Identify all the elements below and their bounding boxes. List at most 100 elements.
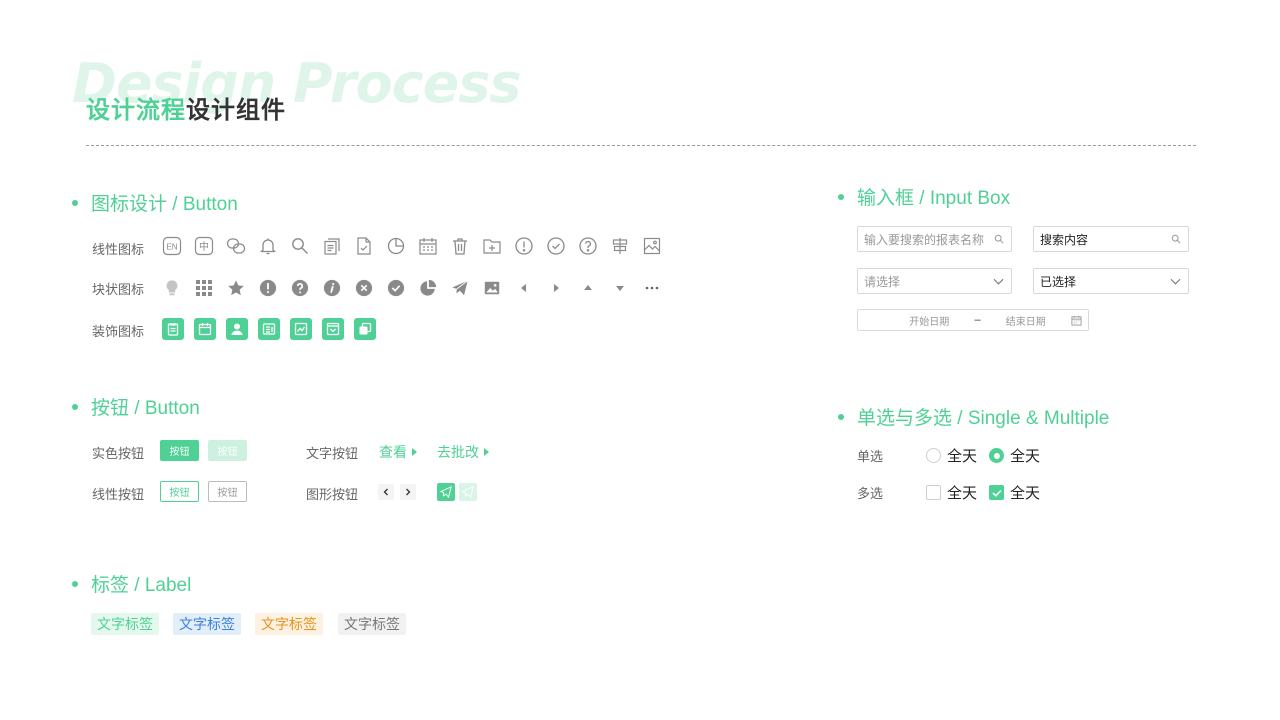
question-filled-icon[interactable] bbox=[284, 277, 316, 299]
check-filled-icon[interactable] bbox=[380, 277, 412, 299]
image-icon[interactable] bbox=[636, 235, 668, 257]
file-check-icon[interactable] bbox=[348, 235, 380, 257]
section-header-choices: 单选与多选 / Single & Multiple bbox=[838, 403, 1109, 430]
checkbox-label: 全天 bbox=[947, 485, 978, 502]
section-dot bbox=[838, 413, 844, 420]
section-dot bbox=[72, 199, 78, 206]
chevron-left-icon bbox=[383, 488, 388, 496]
page-title-main: 设计组件 bbox=[186, 97, 286, 124]
caret-left-icon[interactable] bbox=[508, 277, 540, 299]
select-placeholder: 请选择 bbox=[864, 274, 901, 289]
view-text-button-label: 查看 bbox=[379, 444, 407, 460]
trash-icon[interactable] bbox=[444, 235, 476, 257]
search-placeholder: 输入要搜索的报表名称 bbox=[864, 232, 985, 247]
bell-icon[interactable] bbox=[252, 235, 284, 257]
row-label-icon-buttons: 图形按钮 bbox=[306, 487, 359, 502]
send-icon bbox=[462, 486, 474, 498]
send-button-disabled[interactable] bbox=[459, 483, 477, 501]
close-filled-icon[interactable] bbox=[348, 277, 380, 299]
copy-icon bbox=[354, 318, 376, 340]
caret-right-icon bbox=[484, 448, 489, 456]
link-icon[interactable] bbox=[220, 235, 252, 257]
tag-gray: 文字标签 bbox=[338, 613, 406, 635]
row-label-single: 单选 bbox=[857, 449, 884, 464]
section-title: 标签 / Label bbox=[91, 575, 192, 596]
question-circle-icon[interactable] bbox=[572, 235, 604, 257]
grade-text-button[interactable]: 去批改 bbox=[437, 442, 489, 462]
line-button[interactable]: 按钮 bbox=[160, 481, 199, 502]
document-icon[interactable] bbox=[316, 235, 348, 257]
pie-chart-icon[interactable] bbox=[380, 235, 412, 257]
caret-up-icon[interactable] bbox=[572, 277, 604, 299]
line-button-disabled[interactable]: 按钮 bbox=[208, 481, 247, 502]
select-filled[interactable]: 已选择 bbox=[1033, 268, 1189, 294]
date-range-picker[interactable]: 开始日期 – 结束日期 bbox=[857, 309, 1089, 331]
radio-button[interactable] bbox=[926, 448, 941, 463]
calendar-icon[interactable] bbox=[412, 235, 444, 257]
send-button[interactable] bbox=[437, 483, 455, 501]
star-icon[interactable] bbox=[220, 277, 252, 299]
search-icon bbox=[994, 234, 1004, 244]
image-filled-icon[interactable] bbox=[476, 277, 508, 299]
row-label-text-buttons: 文字按钮 bbox=[306, 446, 359, 461]
grade-text-button-label: 去批改 bbox=[437, 444, 479, 460]
deco-icon-row bbox=[162, 318, 376, 340]
section-dot bbox=[838, 193, 844, 200]
dashed-divider bbox=[86, 145, 1196, 146]
alert-circle-icon[interactable] bbox=[508, 235, 540, 257]
search-icon bbox=[1171, 234, 1181, 244]
zhong-icon-text: 中 bbox=[199, 240, 209, 253]
date-end[interactable]: 结束日期 bbox=[1006, 313, 1046, 328]
section-header-icons: 图标设计 / Button bbox=[72, 189, 238, 216]
tag-blue: 文字标签 bbox=[173, 613, 241, 635]
section-dot bbox=[72, 403, 78, 410]
checkbox-label: 全天 bbox=[1010, 485, 1041, 502]
solid-button[interactable]: 按钮 bbox=[160, 440, 199, 461]
section-title: 输入框 / Input Box bbox=[857, 188, 1011, 209]
en-icon[interactable]: EN bbox=[156, 235, 188, 257]
search-input-empty[interactable]: 输入要搜索的报表名称 bbox=[857, 226, 1012, 252]
tag-orange: 文字标签 bbox=[255, 613, 323, 635]
chevron-down-icon bbox=[993, 278, 1004, 285]
row-label-deco-icons: 装饰图标 bbox=[92, 324, 145, 339]
search-input-filled[interactable]: 搜索内容 bbox=[1033, 226, 1189, 252]
line-icon-row: EN 中 bbox=[156, 235, 668, 257]
checkbox-option-checked[interactable]: 全天 bbox=[989, 482, 1040, 503]
caret-down-icon[interactable] bbox=[604, 277, 636, 299]
folder-add-icon[interactable] bbox=[476, 235, 508, 257]
tag-green: 文字标签 bbox=[91, 613, 159, 635]
next-button[interactable] bbox=[400, 484, 416, 500]
chevron-right-icon bbox=[406, 488, 411, 496]
radio-button-selected[interactable] bbox=[989, 448, 1004, 463]
inbox-icon bbox=[322, 318, 344, 340]
section-dot bbox=[72, 580, 78, 587]
checkbox-checked[interactable] bbox=[989, 485, 1004, 500]
check-circle-icon[interactable] bbox=[540, 235, 572, 257]
search-icon[interactable] bbox=[284, 235, 316, 257]
row-label-block-icons: 块状图标 bbox=[92, 282, 145, 297]
radio-option-unchecked[interactable]: 全天 bbox=[926, 445, 977, 466]
zhong-icon[interactable]: 中 bbox=[188, 235, 220, 257]
checkbox-option-unchecked[interactable]: 全天 bbox=[926, 482, 977, 503]
prev-button[interactable] bbox=[378, 484, 394, 500]
date-start[interactable]: 开始日期 bbox=[909, 313, 949, 328]
more-icon[interactable] bbox=[636, 277, 668, 299]
alert-filled-icon[interactable] bbox=[252, 277, 284, 299]
solid-button-disabled[interactable]: 按钮 bbox=[208, 440, 247, 461]
row-label-line-icons: 线性图标 bbox=[92, 242, 145, 257]
bulb-icon[interactable] bbox=[156, 277, 188, 299]
send-icon[interactable] bbox=[444, 277, 476, 299]
pie-filled-icon[interactable] bbox=[412, 277, 444, 299]
grid-icon[interactable] bbox=[188, 277, 220, 299]
select-empty[interactable]: 请选择 bbox=[857, 268, 1012, 294]
calendar-icon bbox=[1071, 315, 1082, 326]
view-text-button[interactable]: 查看 bbox=[379, 442, 417, 462]
checkbox[interactable] bbox=[926, 485, 941, 500]
signpost-icon[interactable] bbox=[604, 235, 636, 257]
section-title: 单选与多选 / Single & Multiple bbox=[857, 408, 1110, 429]
info-filled-icon[interactable] bbox=[316, 277, 348, 299]
radio-label: 全天 bbox=[1010, 448, 1041, 465]
radio-option-checked[interactable]: 全天 bbox=[989, 445, 1040, 466]
caret-right-icon[interactable] bbox=[540, 277, 572, 299]
block-icon-row bbox=[156, 277, 668, 299]
